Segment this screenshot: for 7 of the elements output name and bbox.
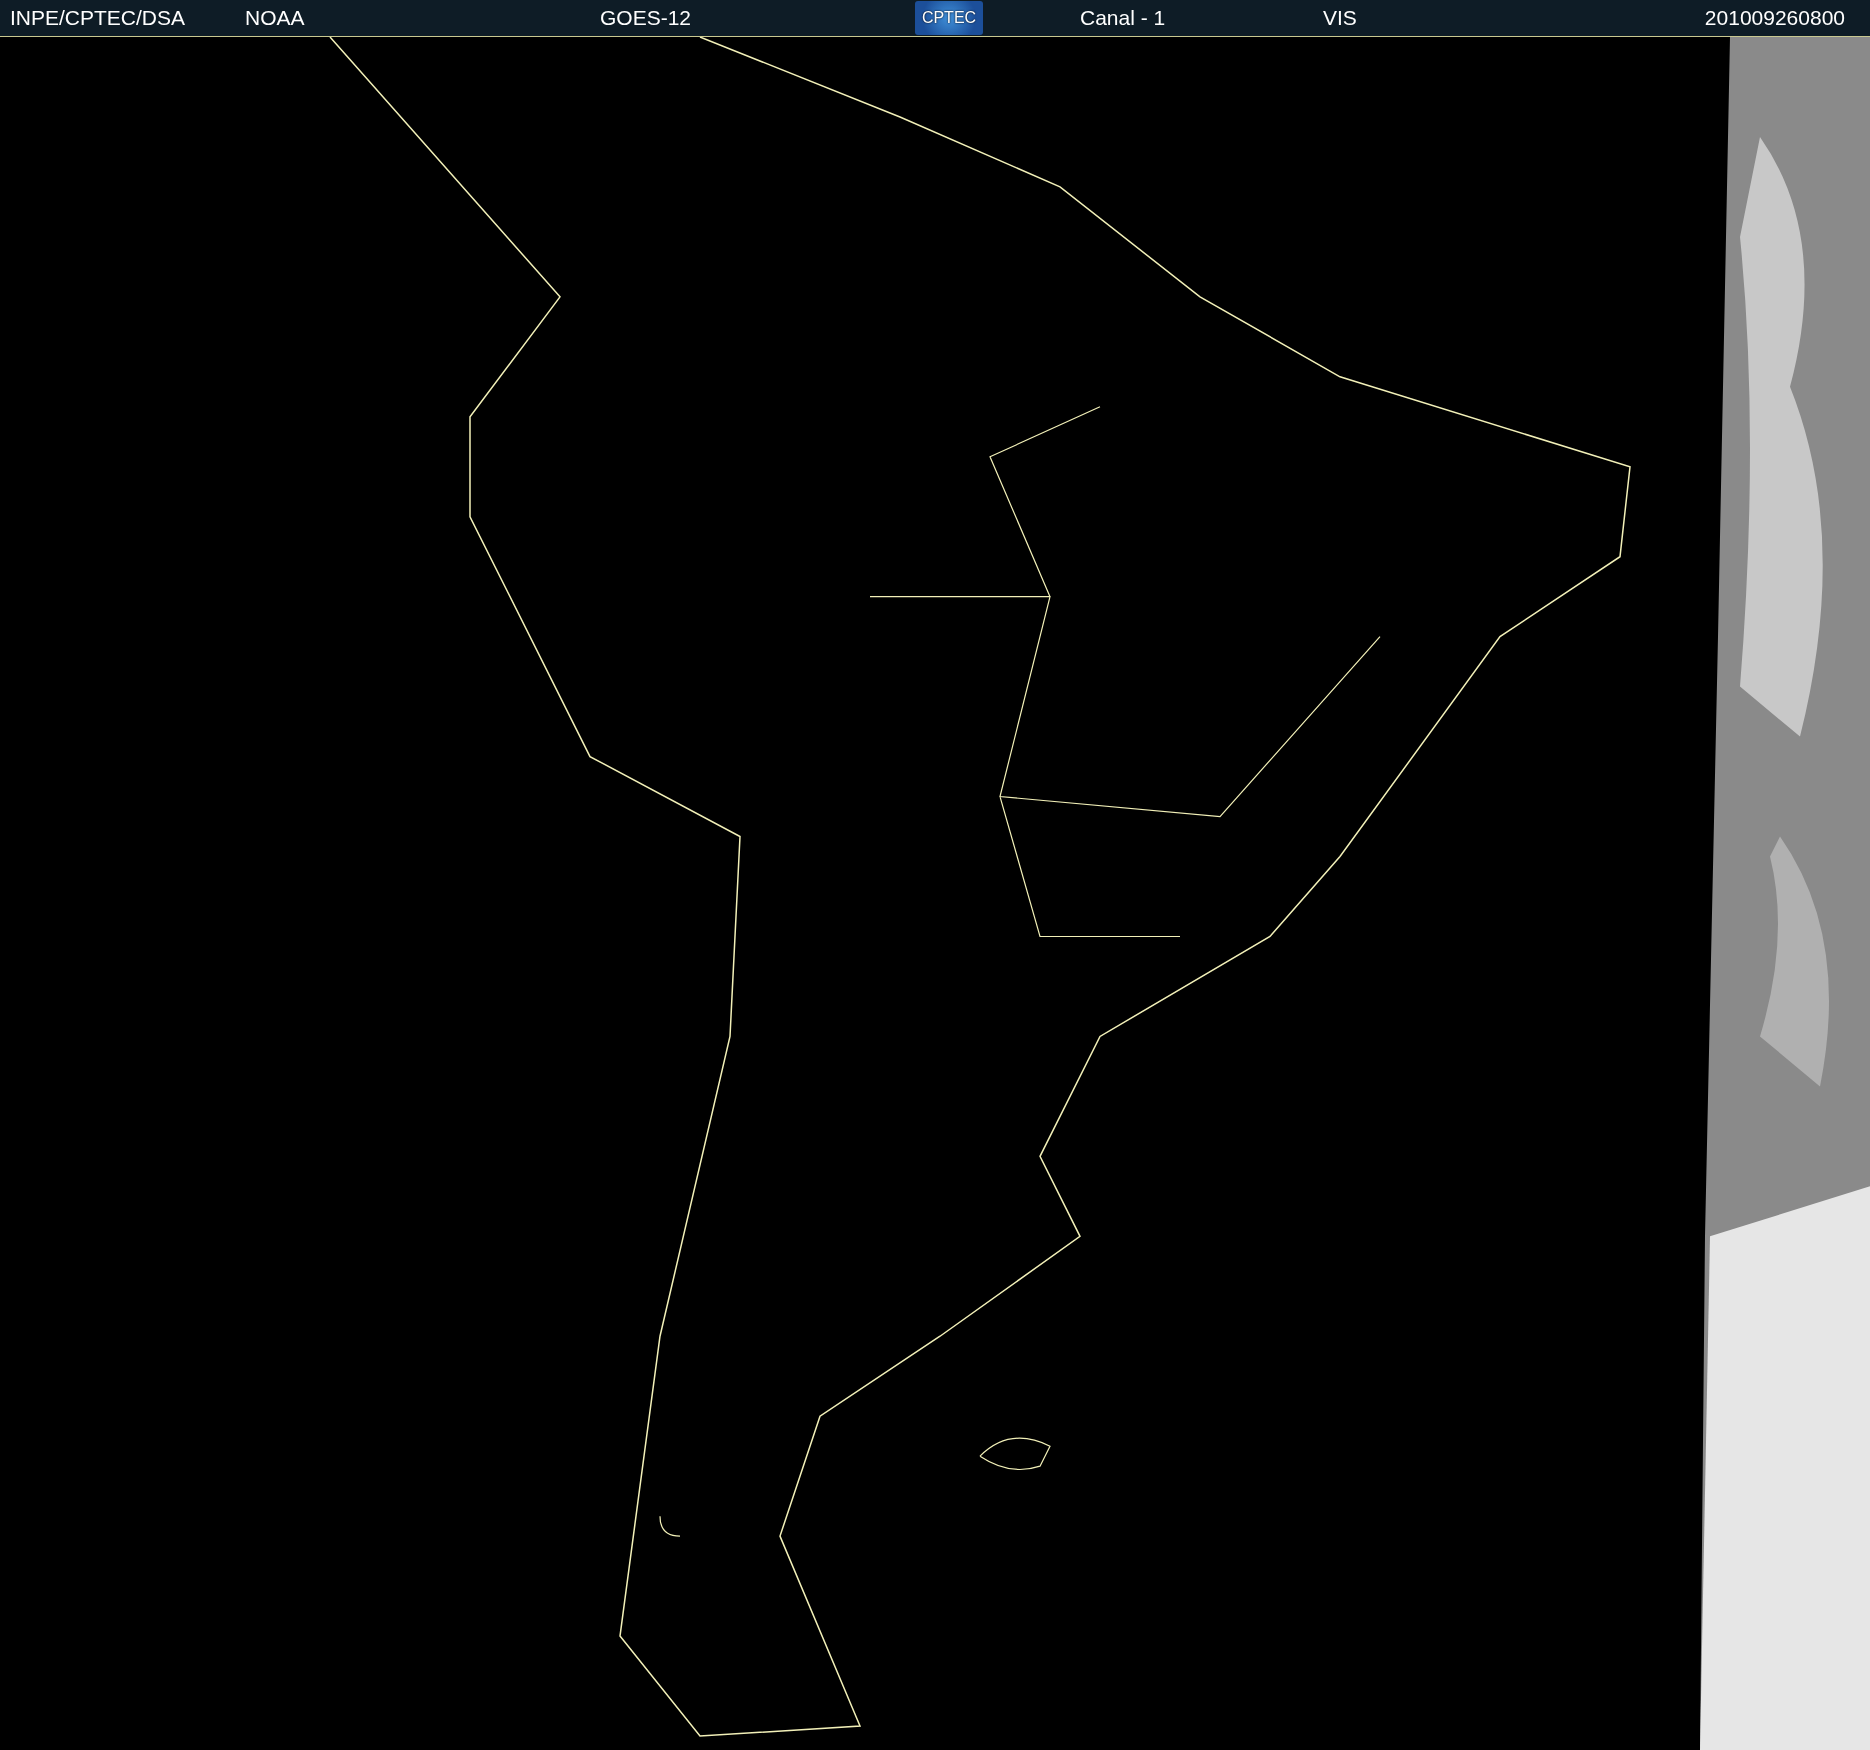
header-label: INPE/CPTEC/DSA: [10, 6, 186, 30]
header-label: GOES-12: [600, 6, 692, 30]
header-label: Canal - 1: [1080, 6, 1166, 30]
header-label: VIS: [1323, 6, 1357, 30]
logo: CPTEC: [915, 1, 983, 35]
header-label: NOAA: [245, 6, 305, 30]
header-label: 201009260800: [1704, 6, 1845, 30]
